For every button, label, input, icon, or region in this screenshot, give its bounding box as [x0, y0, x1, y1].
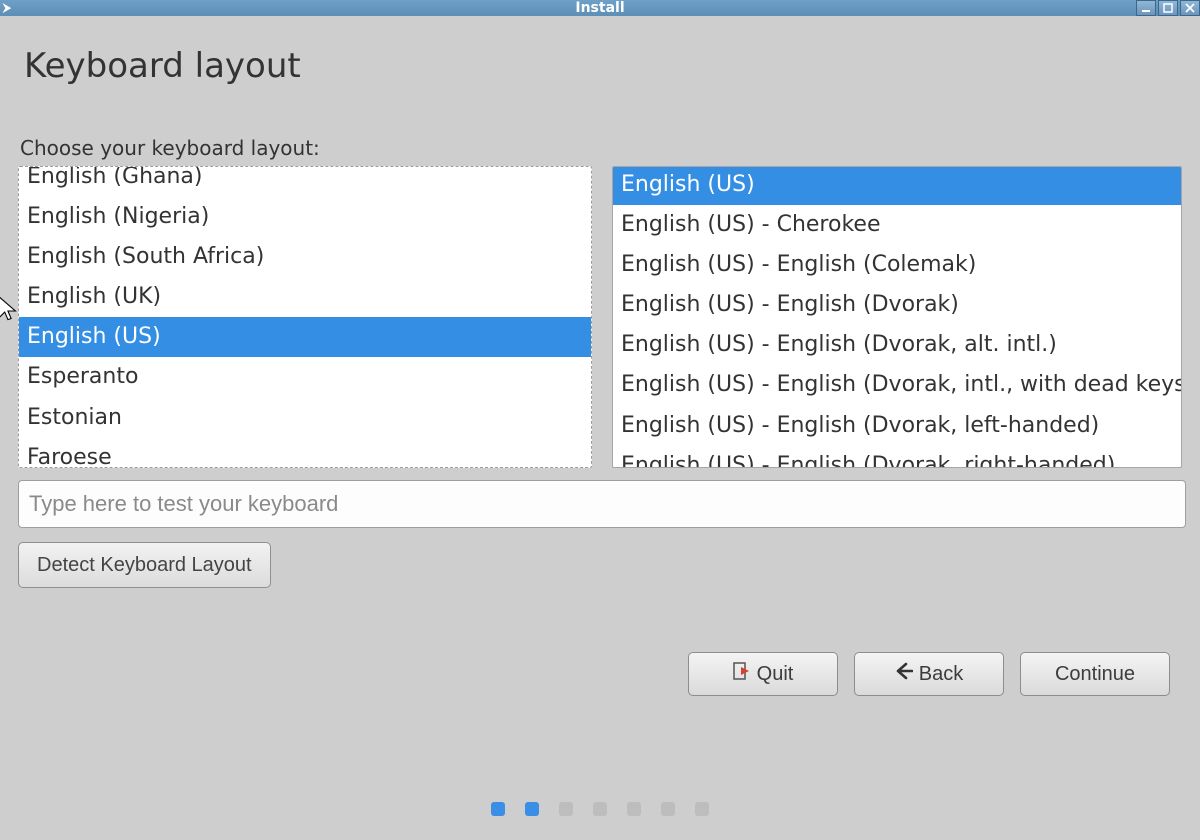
- titlebar: ⮞ Install: [0, 0, 1200, 16]
- progress-dot: [525, 802, 539, 816]
- continue-label: Continue: [1055, 663, 1135, 686]
- variant-list-item[interactable]: English (US) - English (Dvorak, alt. int…: [613, 325, 1181, 365]
- variant-list-item[interactable]: English (US) - Cherokee: [613, 205, 1181, 245]
- close-button[interactable]: [1180, 0, 1200, 16]
- layout-list-item[interactable]: English (Nigeria): [19, 197, 591, 237]
- lists-container: English (Ghana)English (Nigeria)English …: [18, 166, 1182, 468]
- back-arrow-icon: [895, 662, 913, 686]
- keyboard-test-input[interactable]: [18, 480, 1186, 528]
- quit-button[interactable]: Quit: [688, 652, 838, 696]
- variant-list-item[interactable]: English (US) - English (Dvorak, left-han…: [613, 406, 1181, 446]
- progress-dot: [661, 802, 675, 816]
- back-label: Back: [919, 663, 963, 686]
- window-title: Install: [575, 0, 624, 16]
- quit-label: Quit: [757, 663, 794, 686]
- layout-list-item[interactable]: English (US): [19, 317, 591, 357]
- variant-list-item[interactable]: English (US) - English (Colemak): [613, 245, 1181, 285]
- variant-list-item[interactable]: English (US) - English (Dvorak, right-ha…: [613, 446, 1181, 468]
- nav-buttons: Quit Back Continue: [688, 652, 1170, 696]
- continue-button[interactable]: Continue: [1020, 652, 1170, 696]
- page-title: Keyboard layout: [24, 46, 1182, 86]
- layout-list-item[interactable]: English (UK): [19, 277, 591, 317]
- content: Keyboard layout Choose your keyboard lay…: [0, 16, 1200, 588]
- quit-icon: [733, 662, 751, 686]
- variant-list-item[interactable]: English (US): [613, 166, 1181, 205]
- progress-dot: [559, 802, 573, 816]
- progress-dot: [593, 802, 607, 816]
- layout-list-item[interactable]: Estonian: [19, 398, 591, 438]
- window-controls: [1136, 0, 1200, 16]
- progress-dots: [0, 802, 1200, 816]
- progress-dot: [491, 802, 505, 816]
- variant-list-item[interactable]: English (US) - English (Dvorak): [613, 285, 1181, 325]
- choose-label: Choose your keyboard layout:: [20, 136, 1182, 160]
- layout-list-item[interactable]: Esperanto: [19, 357, 591, 397]
- maximize-button[interactable]: [1158, 0, 1178, 16]
- variant-list-item[interactable]: English (US) - English (Dvorak, intl., w…: [613, 365, 1181, 405]
- layout-list-item[interactable]: English (South Africa): [19, 237, 591, 277]
- progress-dot: [695, 802, 709, 816]
- layout-list-item[interactable]: English (Ghana): [19, 166, 591, 197]
- titlebar-left: ⮞: [0, 0, 11, 16]
- detect-keyboard-button[interactable]: Detect Keyboard Layout: [18, 542, 271, 588]
- minimize-button[interactable]: [1136, 0, 1156, 16]
- variant-list[interactable]: English (US)English (US) - CherokeeEngli…: [612, 166, 1182, 468]
- layout-list[interactable]: English (Ghana)English (Nigeria)English …: [18, 166, 592, 468]
- back-button[interactable]: Back: [854, 652, 1004, 696]
- layout-list-item[interactable]: Faroese: [19, 438, 591, 468]
- app-menu-icon: ⮞: [3, 1, 11, 15]
- progress-dot: [627, 802, 641, 816]
